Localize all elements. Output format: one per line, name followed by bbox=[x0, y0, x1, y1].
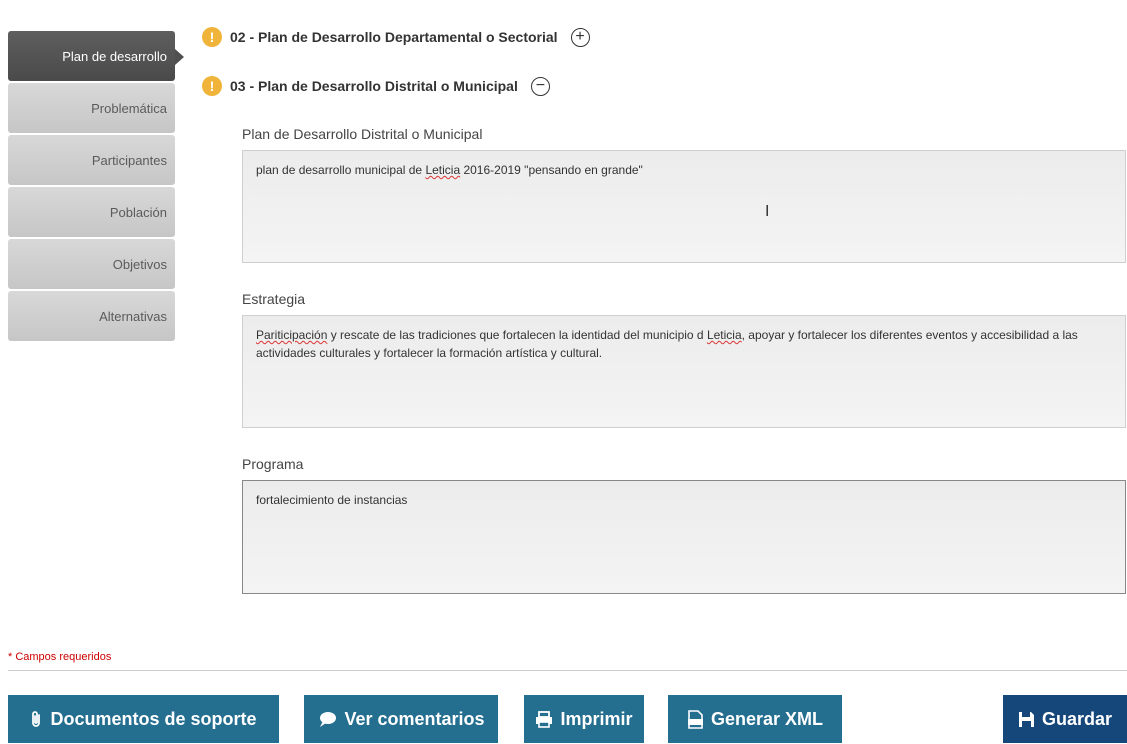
sidebar-item-label: Población bbox=[109, 204, 167, 220]
sidebar-item-objetivos[interactable]: Objetivos bbox=[8, 239, 175, 289]
generar-xml-button[interactable]: Generar XML bbox=[668, 695, 842, 743]
warning-icon: ! bbox=[202, 27, 222, 47]
button-label: Imprimir bbox=[560, 708, 633, 729]
sidebar-item-label: Objetivos bbox=[112, 256, 167, 272]
plan-textarea[interactable]: plan de desarrollo municipal de Leticia … bbox=[242, 150, 1126, 263]
section-title-02: 02 - Plan de Desarrollo Departamental o … bbox=[230, 29, 558, 45]
button-label: Guardar bbox=[1041, 708, 1113, 729]
sidebar-item-label: Problemática bbox=[91, 100, 167, 116]
programa-text: fortalecimiento de instancias bbox=[256, 493, 408, 507]
printer-icon bbox=[535, 710, 553, 728]
button-label: Generar XML bbox=[710, 708, 824, 729]
sidebar-item-alternativas[interactable]: Alternativas bbox=[8, 291, 175, 341]
plan-text-b: Leticia bbox=[425, 163, 461, 177]
xml-file-icon bbox=[687, 709, 704, 729]
programa-field-label: Programa bbox=[242, 456, 304, 472]
estrategia-field-label: Estrategia bbox=[242, 291, 306, 307]
required-fields-note: * Campos requeridos bbox=[8, 651, 112, 663]
guardar-button[interactable]: Guardar bbox=[1003, 695, 1127, 743]
ver-comentarios-button[interactable]: Ver comentarios bbox=[304, 695, 498, 743]
button-label: Ver comentarios bbox=[344, 708, 485, 729]
documentos-de-soporte-button[interactable]: Documentos de soporte bbox=[8, 695, 279, 743]
estrategia-textarea[interactable]: Pariticipación y rescate de las tradicio… bbox=[242, 315, 1126, 428]
collapse-minus-icon[interactable]: − bbox=[530, 76, 550, 96]
section-title-03: 03 - Plan de Desarrollo Distrital o Muni… bbox=[230, 78, 518, 94]
warning-icon: ! bbox=[202, 76, 222, 96]
plan-text-c: 2016-2019 "pensando en grande" bbox=[460, 163, 643, 177]
programa-textarea[interactable]: fortalecimiento de instancias bbox=[242, 480, 1126, 594]
sidebar-item-problematica[interactable]: Problemática bbox=[8, 83, 175, 133]
sidebar-item-label: Participantes bbox=[91, 152, 167, 168]
estrategia-text-b: y rescate de las tradiciones que fortale… bbox=[327, 328, 707, 342]
estrategia-text-c: Leticia bbox=[706, 328, 742, 342]
sidebar-nav: Plan de desarrollo Problemática Particip… bbox=[8, 31, 184, 343]
comments-icon bbox=[317, 711, 337, 728]
section-header-03: ! 03 - Plan de Desarrollo Distrital o Mu… bbox=[202, 76, 550, 96]
text-cursor-icon: I bbox=[765, 203, 770, 220]
plan-text-a: plan de desarrollo municipal de bbox=[256, 163, 426, 177]
sidebar-item-participantes[interactable]: Participantes bbox=[8, 135, 175, 185]
paperclip-icon bbox=[30, 710, 43, 728]
imprimir-button[interactable]: Imprimir bbox=[524, 695, 644, 743]
sidebar-item-plan-de-desarrollo[interactable]: Plan de desarrollo bbox=[8, 31, 184, 81]
estrategia-text-a: Pariticipación bbox=[256, 328, 328, 342]
floppy-disk-icon bbox=[1018, 711, 1035, 728]
button-label: Documentos de soporte bbox=[50, 708, 257, 729]
divider bbox=[8, 670, 1127, 671]
expand-plus-icon[interactable]: + bbox=[570, 27, 590, 47]
plan-field-label: Plan de Desarrollo Distrital o Municipal bbox=[242, 126, 483, 142]
section-header-02: ! 02 - Plan de Desarrollo Departamental … bbox=[202, 27, 590, 47]
sidebar-item-poblacion[interactable]: Población bbox=[8, 187, 175, 237]
sidebar-item-label: Alternativas bbox=[99, 308, 167, 324]
sidebar-item-label: Plan de desarrollo bbox=[62, 48, 167, 64]
